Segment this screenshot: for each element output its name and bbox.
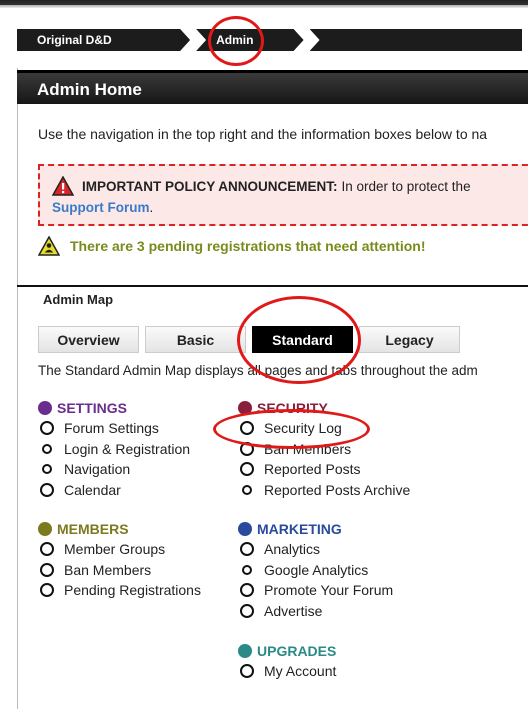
security-title[interactable]: SECURITY (257, 400, 328, 416)
ring-icon (40, 542, 54, 557)
item-label: My Account (264, 663, 337, 680)
security-item-reported-posts-archive[interactable]: Reported Posts Archive (238, 480, 410, 501)
ring-icon (40, 583, 54, 598)
admin-map-description: The Standard Admin Map displays all page… (38, 363, 478, 378)
marketing-item-analytics[interactable]: Analytics (238, 539, 393, 560)
window-top-edge (0, 0, 528, 8)
marketing-title[interactable]: MARKETING (257, 521, 342, 537)
item-label: Advertise (264, 602, 323, 619)
marketing-item-promote-your-forum[interactable]: Promote Your Forum (238, 580, 393, 601)
settings-title[interactable]: SETTINGS (57, 400, 127, 416)
settings-bullet-icon (38, 401, 52, 415)
item-label: Login & Registration (64, 440, 191, 457)
settings-item-login-registration[interactable]: Login & Registration (38, 439, 190, 460)
item-label: Forum Settings (64, 420, 159, 437)
members-bullet-icon (38, 522, 52, 536)
breadcrumb: Original D&D Discussion Admin Home (17, 29, 528, 51)
tab-overview[interactable]: Overview (38, 326, 139, 353)
ring-icon (240, 542, 254, 557)
breadcrumb-tail (309, 29, 522, 51)
pending-text: There are 3 pending registrations that n… (70, 238, 426, 254)
members-item-member-groups[interactable]: Member Groups (38, 539, 201, 560)
item-label: Analytics (264, 541, 321, 558)
ring-icon (242, 564, 252, 575)
upgrades-item-my-account[interactable]: My Account (238, 661, 336, 682)
item-label: Member Groups (64, 541, 166, 558)
upgrades-title[interactable]: UPGRADES (257, 643, 336, 659)
warning-icon (51, 175, 75, 196)
page-title: Admin Home (17, 70, 528, 104)
item-label: Ban Members (264, 440, 352, 457)
upgrades-section: UPGRADES My Account (238, 641, 336, 682)
tab-legacy[interactable]: Legacy (359, 326, 460, 353)
security-item-reported-posts[interactable]: Reported Posts (238, 459, 410, 480)
settings-section: SETTINGS Forum Settings Login & Registra… (38, 398, 190, 500)
pending-registrations-alert[interactable]: There are 3 pending registrations that n… (37, 235, 426, 256)
ring-icon (240, 421, 254, 436)
policy-label: IMPORTANT POLICY ANNOUNCEMENT: (82, 178, 338, 194)
admin-map-title: Admin Map (43, 292, 114, 307)
breadcrumb-item-admin-home[interactable]: Admin Home (196, 29, 303, 51)
item-label: Navigation (64, 461, 131, 478)
breadcrumb-item-forum[interactable]: Original D&D Discussion (17, 29, 190, 51)
marketing-item-advertise[interactable]: Advertise (238, 601, 393, 622)
item-label: Google Analytics (264, 561, 369, 578)
item-label: Promote Your Forum (264, 582, 394, 599)
ring-icon (240, 462, 254, 477)
item-label: Pending Registrations (64, 582, 201, 599)
tab-basic[interactable]: Basic (145, 326, 246, 353)
marketing-section: MARKETING Analytics Google Analytics Pro… (238, 519, 393, 621)
settings-item-forum-settings[interactable]: Forum Settings (38, 418, 190, 439)
policy-text: In order to protect the (341, 178, 471, 194)
item-label: Reported Posts (264, 461, 361, 478)
members-title[interactable]: MEMBERS (57, 521, 129, 537)
support-forum-link[interactable]: Support Forum (52, 200, 150, 215)
tab-standard[interactable]: Standard (252, 326, 353, 353)
ring-icon (240, 603, 254, 618)
policy-announcement: IMPORTANT POLICY ANNOUNCEMENT: In order … (38, 164, 528, 226)
ring-icon (40, 562, 54, 577)
pending-user-icon (37, 235, 61, 256)
item-label: Calendar (64, 481, 121, 498)
members-item-pending-registrations[interactable]: Pending Registrations (38, 580, 201, 601)
security-item-ban-members[interactable]: Ban Members (238, 439, 410, 460)
item-label: Reported Posts Archive (264, 481, 411, 498)
item-label: Security Log (264, 420, 342, 437)
intro-text: Use the navigation in the top right and … (38, 126, 488, 142)
admin-map-tabs: Overview Basic Standard Legacy (38, 326, 466, 353)
members-section: MEMBERS Member Groups Ban Members Pendin… (38, 519, 201, 601)
settings-item-calendar[interactable]: Calendar (38, 480, 190, 501)
settings-item-navigation[interactable]: Navigation (38, 459, 190, 480)
ring-icon (242, 484, 252, 495)
ring-icon (240, 441, 254, 456)
ring-icon (240, 583, 254, 598)
members-item-ban-members[interactable]: Ban Members (38, 560, 201, 581)
ring-icon (240, 664, 254, 679)
marketing-item-google-analytics[interactable]: Google Analytics (238, 560, 393, 581)
security-bullet-icon (238, 401, 252, 415)
marketing-bullet-icon (238, 522, 252, 536)
ring-icon (40, 482, 54, 497)
security-item-security-log[interactable]: Security Log (238, 418, 410, 439)
security-section: SECURITY Security Log Ban Members Report… (238, 398, 410, 500)
ring-icon (40, 421, 54, 436)
upgrades-bullet-icon (238, 644, 252, 658)
ring-icon (42, 464, 52, 475)
item-label: Ban Members (64, 561, 152, 578)
ring-icon (42, 443, 52, 454)
policy-period: . (149, 200, 154, 215)
